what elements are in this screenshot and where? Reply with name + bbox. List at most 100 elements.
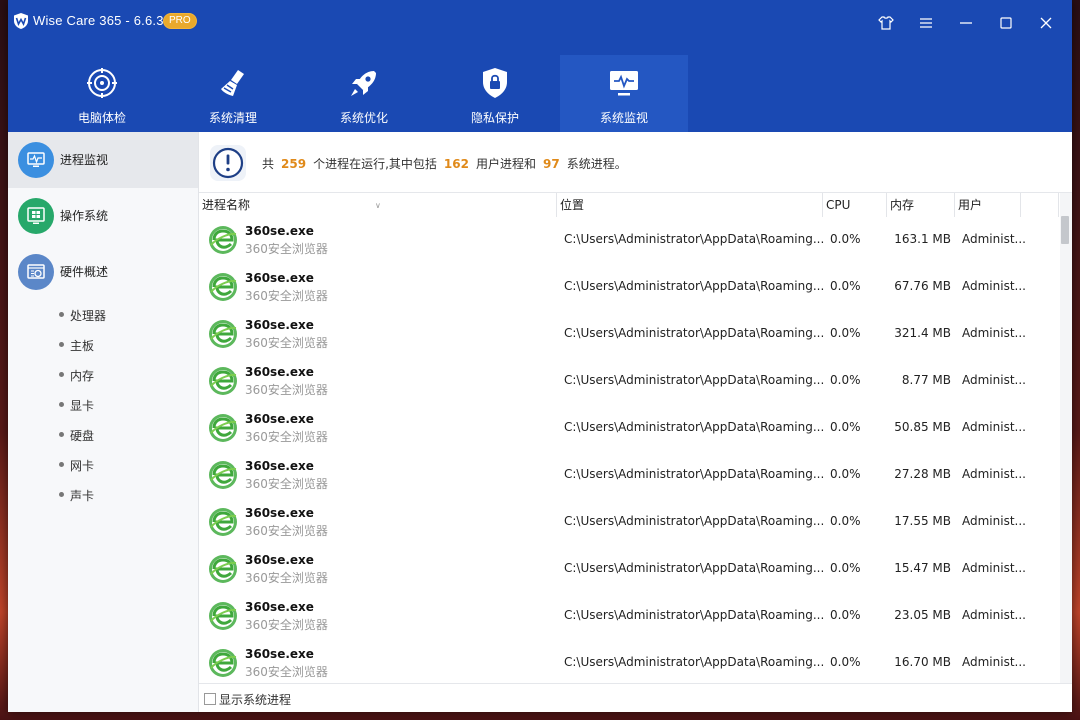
bullet [59,372,64,377]
sub-item-label: 网卡 [70,459,95,473]
sub-item-sound[interactable]: 声卡 [56,485,176,505]
process-summary: 共 259 个进程在运行,其中包括 162 用户进程和 97 系统进程。 [199,132,1072,193]
monitor-icon [610,71,638,96]
minimize-icon[interactable] [955,12,977,34]
column-header-memory[interactable]: 内存 [887,193,955,217]
tab-label: 系统优化 [339,111,388,125]
sub-item-cpu[interactable]: 处理器 [56,305,176,325]
tab-label: 系统监视 [599,111,648,125]
tab-clean[interactable]: 系统清理 [169,55,297,132]
browser-360-icon [208,366,238,396]
process-cpu: 0.0% [830,420,861,434]
sub-item-network[interactable]: 网卡 [56,455,176,475]
process-name: 360se.exe [245,553,314,567]
table-row[interactable]: 360se.exe 360安全浏览器 C:\Users\Administrator\… [199,311,1059,358]
process-cpu: 0.0% [830,514,861,528]
tab-optimize[interactable]: 系统优化 [300,55,428,132]
column-header-cpu[interactable]: CPU [823,193,887,217]
process-description: 360安全浏览器 [245,289,328,303]
table-row[interactable]: 360se.exe 360安全浏览器 C:\Users\Administrator\… [199,405,1059,452]
process-user: Administ... [962,279,1026,293]
process-description: 360安全浏览器 [245,430,328,444]
table-row[interactable]: 360se.exe 360安全浏览器 C:\Users\Administrator\… [199,499,1059,546]
process-cpu: 0.0% [830,608,861,622]
browser-360-icon [208,648,238,678]
bullet [59,402,64,407]
sub-item-label: 显卡 [70,399,95,413]
sub-item-label: 处理器 [70,309,107,323]
show-system-processes-checkbox[interactable] [204,693,216,705]
process-path: C:\Users\Administrator\AppData\Roaming..… [564,467,825,481]
app-logo-icon [14,13,28,29]
summary-prefix: 共 [262,157,275,171]
process-user: Administ... [962,467,1026,481]
sidebar-item-os[interactable]: 操作系统 [8,188,198,244]
process-path: C:\Users\Administrator\AppData\Roaming..… [564,279,825,293]
browser-360-icon [208,460,238,490]
table-row[interactable]: 360se.exe 360安全浏览器 C:\Users\Administrator\… [199,593,1059,640]
titlebar: Wise Care 365 - 6.6.3 PRO [8,0,1072,44]
footer: 显示系统进程 [199,683,1072,713]
process-path: C:\Users\Administrator\AppData\Roaming..… [564,514,825,528]
process-user: Administ... [962,232,1026,246]
process-memory: 15.47 MB [894,561,951,575]
table-row[interactable]: 360se.exe 360安全浏览器 C:\Users\Administrator\… [199,358,1059,405]
process-user: Administ... [962,655,1026,669]
process-cpu: 0.0% [830,655,861,669]
browser-360-icon [208,507,238,537]
browser-360-icon [208,319,238,349]
browser-360-icon [208,272,238,302]
column-header-name[interactable]: 进程名称 ∨ [199,193,557,217]
process-cpu: 0.0% [830,326,861,340]
process-name: 360se.exe [245,412,314,426]
skin-icon[interactable] [875,12,897,34]
bullet [59,312,64,317]
monitor-icon [18,142,54,178]
rocket-icon [351,71,376,96]
close-icon[interactable] [1035,12,1057,34]
browser-360-icon [208,225,238,255]
scrollbar[interactable] [1060,193,1072,683]
sub-item-motherboard[interactable]: 主板 [56,335,176,355]
tab-privacy[interactable]: 隐私保护 [431,55,559,132]
process-path: C:\Users\Administrator\AppData\Roaming..… [564,420,825,434]
process-user: Administ... [962,373,1026,387]
process-memory: 16.70 MB [894,655,951,669]
table-row[interactable]: 360se.exe 360安全浏览器 C:\Users\Administrator\… [199,217,1059,264]
column-header-location[interactable]: 位置 [557,193,823,217]
sub-item-disk[interactable]: 硬盘 [56,425,176,445]
scrollbar-thumb[interactable] [1061,216,1069,244]
process-memory: 321.4 MB [894,326,951,340]
tab-monitor[interactable]: 系统监视 [560,55,688,132]
table-row[interactable]: 360se.exe 360安全浏览器 C:\Users\Administrator\… [199,640,1059,683]
summary-suffix: 系统进程。 [566,157,627,171]
sub-item-label: 声卡 [70,489,95,503]
menu-icon[interactable] [915,12,937,34]
windows-icon [18,198,54,234]
sidebar-item-label: 硬件概述 [60,265,109,279]
process-path: C:\Users\Administrator\AppData\Roaming..… [564,373,825,387]
process-name: 360se.exe [245,506,314,520]
table-row[interactable]: 360se.exe 360安全浏览器 C:\Users\Administrator\… [199,264,1059,311]
process-description: 360安全浏览器 [245,571,328,585]
lock-icon [483,68,507,98]
tab-label: 电脑体检 [77,111,126,125]
table-row[interactable]: 360se.exe 360安全浏览器 C:\Users\Administrator\… [199,452,1059,499]
column-header-user[interactable]: 用户 [955,193,1021,217]
process-name: 360se.exe [245,224,314,238]
sidebar-item-hardware[interactable]: 硬件概述 [8,244,198,300]
browser-360-icon [208,601,238,631]
process-description: 360安全浏览器 [245,618,328,632]
process-list: 360se.exe 360安全浏览器 C:\Users\Administrator\… [199,217,1059,683]
sub-item-label: 硬盘 [70,429,95,443]
sub-item-gpu[interactable]: 显卡 [56,395,176,415]
process-description: 360安全浏览器 [245,383,328,397]
sidebar-item-process-monitor[interactable]: 进程监视 [8,132,198,188]
table-row[interactable]: 360se.exe 360安全浏览器 C:\Users\Administrator\… [199,546,1059,593]
sub-item-memory[interactable]: 内存 [56,365,176,385]
app-title: Wise Care 365 - 6.6.3 [33,13,164,28]
tab-checkup[interactable]: 电脑体检 [38,55,166,132]
system-process-count: 97 [542,157,560,171]
process-name: 360se.exe [245,647,314,661]
maximize-icon[interactable] [995,12,1017,34]
